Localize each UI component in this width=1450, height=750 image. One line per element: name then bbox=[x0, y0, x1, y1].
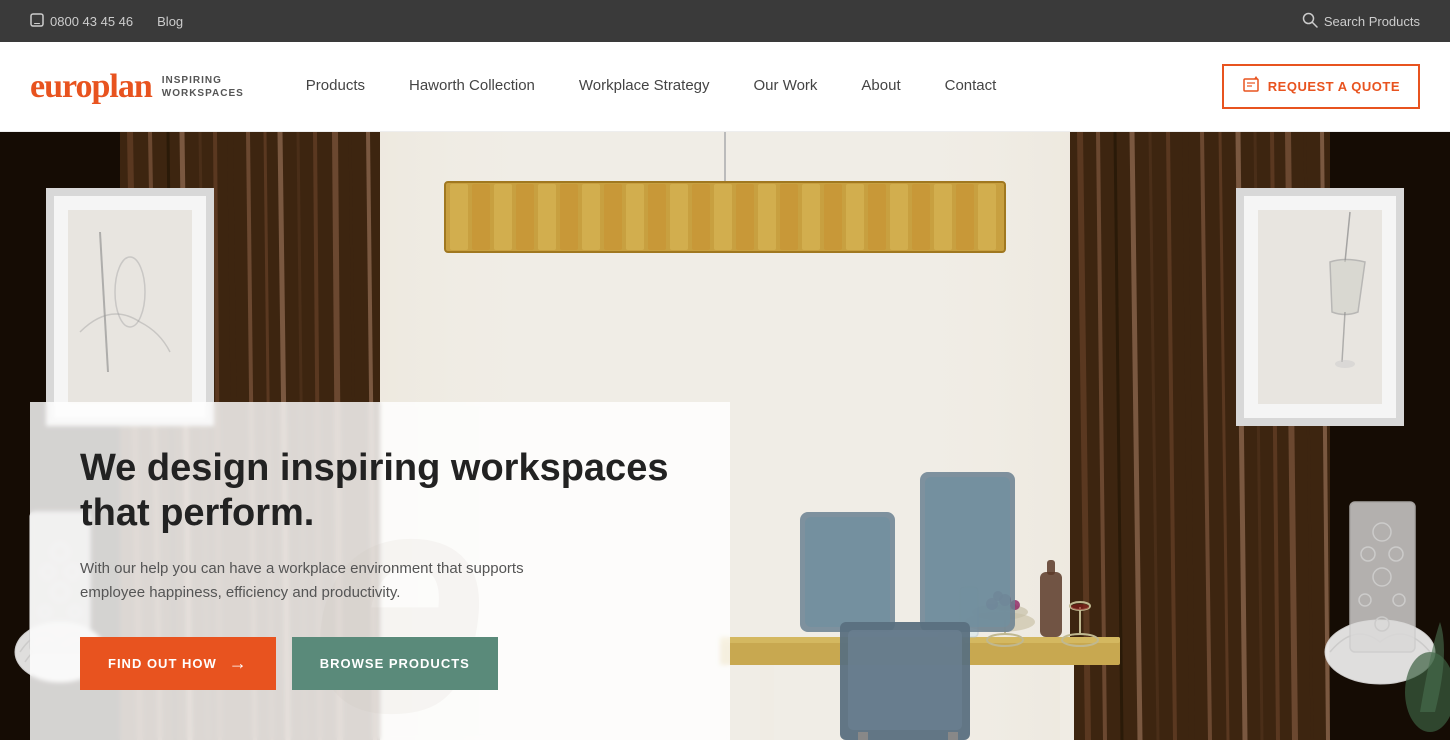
logo-tagline: INSPIRING WORKSPACES bbox=[162, 74, 244, 100]
nav-contact[interactable]: Contact bbox=[923, 42, 1019, 132]
search-icon bbox=[1302, 12, 1318, 31]
hero-section: e We design inspiring workspaces that pe… bbox=[0, 132, 1450, 740]
arrow-icon: → bbox=[229, 653, 248, 674]
browse-products-label: BROWSE PRODUCTS bbox=[320, 656, 470, 671]
find-out-how-label: FIND OUT HOW bbox=[108, 656, 217, 671]
phone-number[interactable]: 0800 43 45 46 bbox=[30, 13, 133, 30]
nav-products[interactable]: Products bbox=[284, 42, 387, 132]
search-area[interactable]: Search Products bbox=[1302, 12, 1420, 31]
logo-text: europlan bbox=[30, 68, 152, 106]
quote-icon bbox=[1242, 76, 1260, 97]
hero-buttons: FIND OUT HOW → BROWSE PRODUCTS bbox=[80, 637, 680, 690]
nav-workplace[interactable]: Workplace Strategy bbox=[557, 42, 732, 132]
logo[interactable]: europlan INSPIRING WORKSPACES bbox=[30, 68, 244, 106]
header: europlan INSPIRING WORKSPACES Products H… bbox=[0, 42, 1450, 132]
browse-products-button[interactable]: BROWSE PRODUCTS bbox=[292, 637, 498, 690]
hero-headline: We design inspiring workspaces that perf… bbox=[80, 446, 680, 537]
nav-ourwork[interactable]: Our Work bbox=[732, 42, 840, 132]
main-nav: Products Haworth Collection Workplace St… bbox=[284, 42, 1420, 132]
blog-link[interactable]: Blog bbox=[157, 14, 183, 29]
hero-subtext: With our help you can have a workplace e… bbox=[80, 557, 560, 605]
nav-about[interactable]: About bbox=[839, 42, 922, 132]
search-label[interactable]: Search Products bbox=[1324, 14, 1420, 29]
nav-haworth[interactable]: Haworth Collection bbox=[387, 42, 557, 132]
topbar: 0800 43 45 46 Blog Search Products bbox=[0, 0, 1450, 42]
request-quote-button[interactable]: REQUEST A QUOTE bbox=[1222, 64, 1420, 109]
hero-content-box: e We design inspiring workspaces that pe… bbox=[30, 402, 730, 740]
phone-icon bbox=[30, 13, 44, 30]
request-quote-label: REQUEST A QUOTE bbox=[1268, 79, 1400, 94]
find-out-how-button[interactable]: FIND OUT HOW → bbox=[80, 637, 276, 690]
phone-text: 0800 43 45 46 bbox=[50, 14, 133, 29]
